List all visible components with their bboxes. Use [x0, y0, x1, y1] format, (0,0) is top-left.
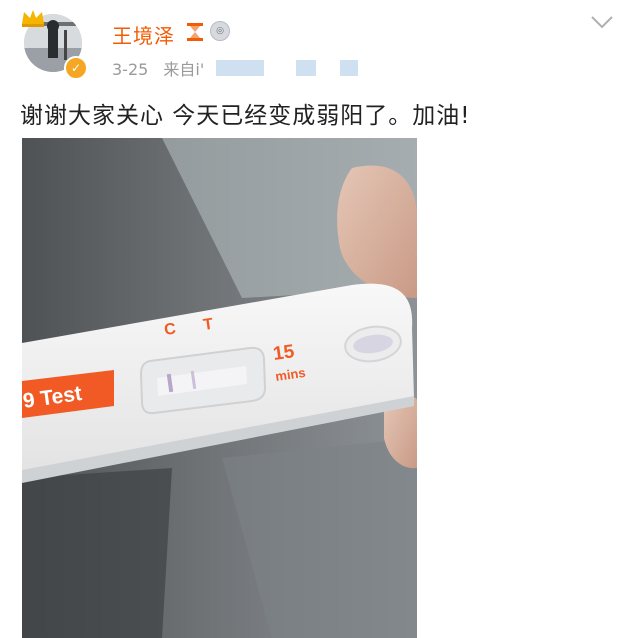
hourglass-badge-icon[interactable]	[186, 22, 204, 42]
blurred-source	[216, 60, 264, 76]
crown-icon	[22, 10, 44, 27]
post-meta: 3-25 来自i'	[112, 56, 214, 80]
username[interactable]: 王境泽	[112, 20, 175, 49]
post-source[interactable]: 来自i'	[163, 60, 204, 79]
avatar-area[interactable]: ✓	[20, 8, 88, 80]
post-date: 3-25	[112, 60, 149, 79]
post-text: 谢谢大家关心 今天已经变成弱阳了。加油!	[20, 103, 471, 129]
verified-icon: ✓	[64, 56, 88, 80]
minutes-value: 15	[272, 341, 296, 365]
medal-badge-icon[interactable]: ◎	[210, 21, 230, 41]
blurred-source	[296, 60, 316, 76]
post-photo[interactable]: 9 Test C T 15 mins	[22, 138, 417, 638]
chevron-down-icon[interactable]	[590, 14, 614, 30]
blurred-source	[340, 60, 358, 76]
